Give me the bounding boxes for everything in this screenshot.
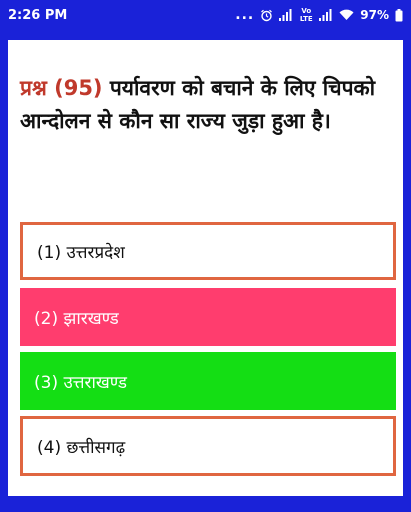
option-1-label: (1) उत्तरप्रदेश bbox=[37, 242, 125, 263]
option-4[interactable]: (4) छत्तीसगढ़ bbox=[20, 416, 396, 476]
option-2-label: (2) झारखण्ड bbox=[34, 308, 119, 329]
option-2[interactable]: (2) झारखण्ड bbox=[20, 288, 396, 346]
volte-label: Vo LTE bbox=[299, 7, 313, 23]
question-number: प्रश्न (95) bbox=[20, 76, 103, 100]
status-bar: 2:26 PM ... Vo LTE 97% bbox=[0, 0, 411, 30]
alarm-icon bbox=[260, 9, 273, 22]
question-text-block: प्रश्न (95) पर्यावरण को बचाने के लिए चिप… bbox=[20, 72, 392, 138]
battery-percent: 97% bbox=[360, 8, 389, 22]
status-icons: ... Vo LTE 97% bbox=[235, 7, 403, 23]
quiz-card: प्रश्न (95) पर्यावरण को बचाने के लिए चिप… bbox=[8, 40, 403, 496]
wifi-icon bbox=[339, 9, 354, 21]
status-time: 2:26 PM bbox=[8, 7, 68, 23]
battery-icon bbox=[395, 8, 403, 22]
signal-icon bbox=[279, 9, 293, 21]
signal-icon-2 bbox=[319, 9, 333, 21]
more-notifications-dots: ... bbox=[235, 7, 255, 23]
option-3-label: (3) उत्तराखण्ड bbox=[34, 372, 127, 393]
option-4-label: (4) छत्तीसगढ़ bbox=[37, 437, 126, 458]
option-1[interactable]: (1) उत्तरप्रदेश bbox=[20, 222, 396, 280]
option-3[interactable]: (3) उत्तराखण्ड bbox=[20, 352, 396, 410]
